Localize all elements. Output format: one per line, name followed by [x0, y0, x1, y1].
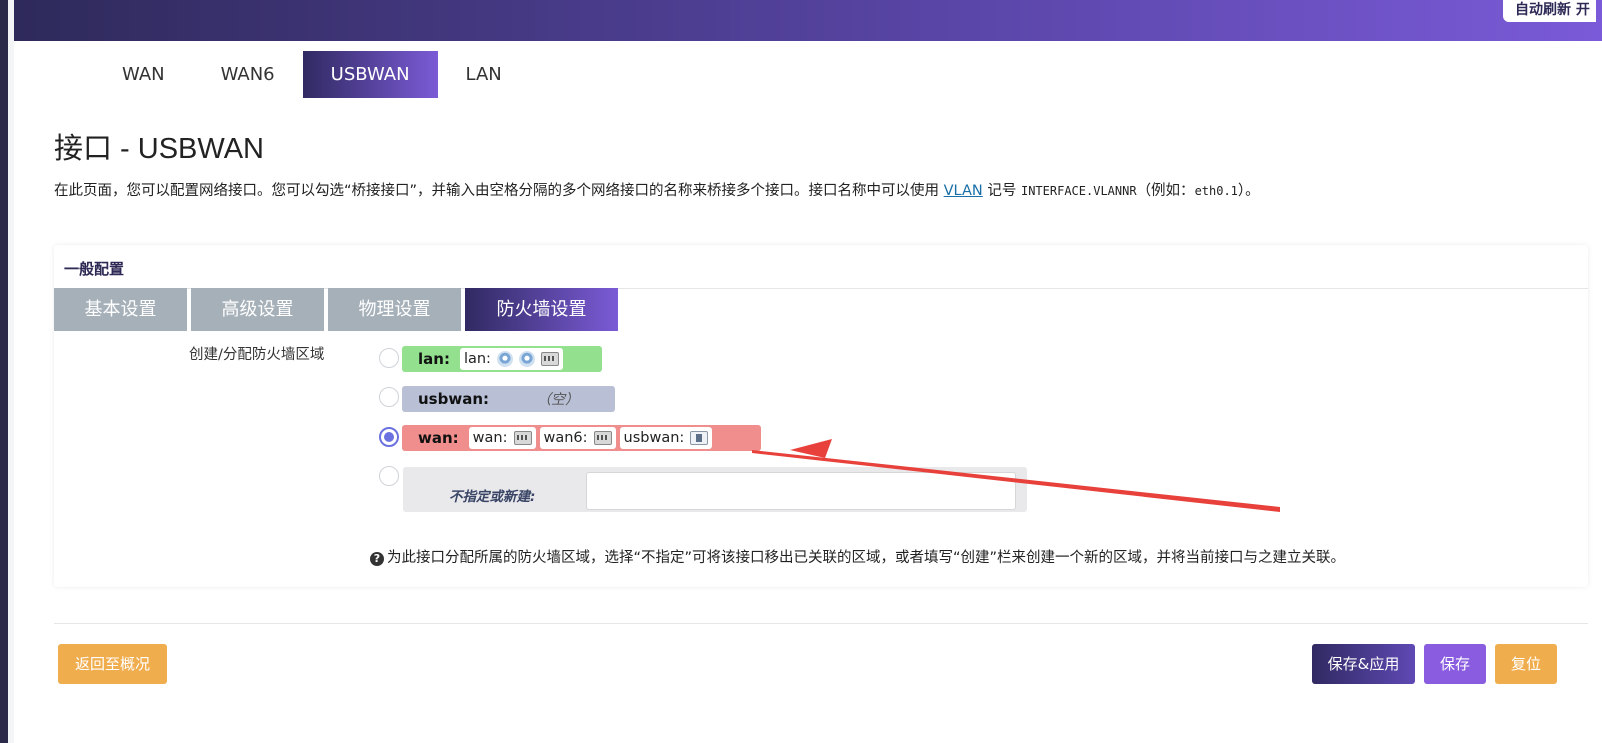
tab-usbwan[interactable]: USBWAN [302, 51, 438, 98]
custom-zone-label: 不指定或新建: [449, 489, 536, 505]
vlan-example-code: eth0.1 [1194, 184, 1238, 198]
ethernet-icon [513, 431, 532, 445]
custom-zone-input[interactable] [586, 472, 1016, 510]
zone-interface-chip: wan6: [539, 427, 616, 449]
zone-interface-chip: lan: [459, 348, 563, 370]
back-to-overview-button[interactable]: 返回至概况 [58, 644, 167, 684]
zone-radio-lan[interactable] [379, 348, 399, 368]
footer-divider [54, 623, 1588, 624]
tab-wan6[interactable]: WAN6 [193, 51, 303, 98]
interface-label: wan6: [543, 430, 588, 446]
vlan-link[interactable]: VLAN [944, 183, 983, 199]
zone-interface-chip: usbwan: [619, 427, 713, 449]
help-text-row: ? 为此接口分配所属的防火墙区域，选择“不指定”可将该接口移出已关联的区域，或者填… [370, 546, 1345, 567]
interface-label: wan: [472, 430, 508, 446]
main-content: WAN WAN6 USBWAN LAN 接口 - USBWAN 在此页面，您可以… [14, 41, 1602, 743]
usb-icon [690, 431, 709, 445]
firewall-zone-label: 创建/分配防火墙区域 [189, 347, 325, 363]
tab-basic-settings[interactable]: 基本设置 [54, 288, 187, 331]
help-text: 为此接口分配所属的防火墙区域，选择“不指定”可将该接口移出已关联的区域，或者填写… [387, 550, 1346, 566]
left-edge-strip [0, 0, 8, 743]
general-config-card: 一般配置 基本设置 高级设置 物理设置 防火墙设置 创建/分配防火墙区域 lan… [54, 245, 1588, 587]
tab-firewall-settings[interactable]: 防火墙设置 [465, 288, 618, 331]
zone-name-lan: lan: [418, 350, 450, 368]
page-title: 接口 - USBWAN [54, 133, 264, 165]
tab-lan[interactable]: LAN [438, 51, 530, 98]
zone-name-usbwan: usbwan: [418, 390, 490, 408]
description-suffix-pre: （例如： [1136, 183, 1195, 199]
config-subtabs: 基本设置 高级设置 物理设置 防火墙设置 [54, 288, 622, 331]
wifi-icon [496, 351, 513, 367]
zone-radio-custom[interactable] [379, 466, 399, 486]
description-text: 在此页面，您可以配置网络接口。您可以勾选“桥接接口”，并输入由空格分隔的多个网络… [54, 183, 940, 199]
top-header-bar [14, 0, 1602, 41]
zone-lan: lan: lan: [402, 346, 602, 372]
tab-advanced-settings[interactable]: 高级设置 [191, 288, 324, 331]
ethernet-icon [593, 431, 612, 445]
description-suffix-post: ）。 [1237, 183, 1260, 199]
save-button[interactable]: 保存 [1424, 644, 1486, 684]
zone-wan: wan: wan: wan6: usbwan: [402, 425, 761, 451]
question-circle-icon: ? [370, 552, 384, 566]
tab-wan[interactable]: WAN [94, 51, 193, 98]
zone-interface-chip: wan: [468, 427, 536, 449]
zone-radio-wan[interactable] [379, 427, 399, 447]
interface-tabs: WAN WAN6 USBWAN LAN [94, 51, 530, 98]
section-title: 一般配置 [64, 260, 125, 278]
custom-zone-box: 不指定或新建: [403, 467, 1027, 512]
zone-empty-text: （空） [537, 392, 580, 408]
auto-refresh-toggle[interactable]: 自动刷新 开 [1503, 0, 1596, 22]
page-description: 在此页面，您可以配置网络接口。您可以勾选“桥接接口”，并输入由空格分隔的多个网络… [54, 181, 1260, 201]
interface-label: usbwan: [623, 430, 685, 446]
wifi-icon [518, 351, 535, 367]
tab-physical-settings[interactable]: 物理设置 [328, 288, 461, 331]
zone-name-wan: wan: [418, 429, 459, 447]
reset-button[interactable]: 复位 [1495, 644, 1557, 684]
zone-usbwan: usbwan: （空） [402, 386, 615, 412]
zone-radio-usbwan[interactable] [379, 387, 399, 407]
description-text-mid: 记号 [987, 183, 1017, 199]
vlan-notation-code: INTERFACE.VLANNR [1020, 184, 1137, 198]
ethernet-icon [540, 352, 559, 366]
interface-label: lan: [463, 351, 491, 367]
save-apply-button[interactable]: 保存&应用 [1312, 644, 1415, 684]
